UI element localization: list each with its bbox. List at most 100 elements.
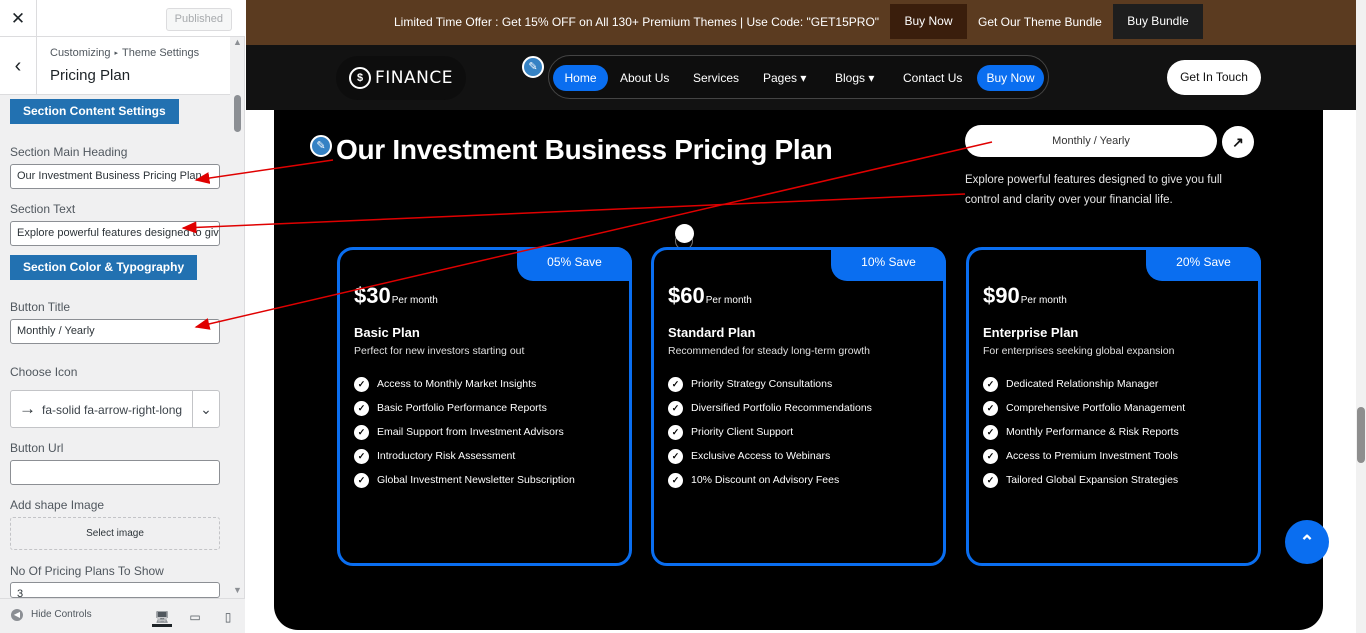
feature-item: ✓ Tailored Global Expansion Strategies — [983, 473, 1185, 497]
chevron-down-icon[interactable]: ⌄ — [192, 391, 219, 427]
edit-pencil-icon[interactable]: ✎ — [310, 135, 332, 157]
collapse-icon: ◀ — [11, 609, 23, 621]
button-url-input[interactable] — [10, 460, 220, 485]
feature-item: ✓ Access to Monthly Market Insights — [354, 377, 575, 401]
published-button[interactable]: Published — [165, 8, 232, 31]
check-icon: ✓ — [354, 377, 369, 392]
nav-item-pages[interactable]: Pages ▾ — [763, 65, 806, 91]
plans-count-input[interactable]: 3 — [10, 582, 220, 598]
nav-item-blogs[interactable]: Blogs ▾ — [835, 65, 874, 91]
desktop-preview-icon[interactable]: 🖥 — [152, 607, 172, 627]
section-color-typography-button[interactable]: Section Color & Typography — [10, 255, 198, 280]
billing-toggle-button[interactable]: Monthly / Yearly — [965, 125, 1217, 157]
plan-name: Basic Plan — [354, 325, 420, 340]
pricing-card: 05% Save $30Per month Basic Plan Perfect… — [337, 247, 632, 566]
nav-item-services[interactable]: Services — [693, 65, 739, 91]
mobile-preview-icon[interactable]: ▯ — [218, 607, 238, 627]
select-image-button[interactable]: Select image — [10, 517, 220, 550]
feature-item: ✓ Exclusive Access to Webinars — [668, 449, 872, 473]
check-icon: ✓ — [983, 377, 998, 392]
check-icon: ✓ — [668, 449, 683, 464]
feature-text: Dedicated Relationship Manager — [1006, 378, 1159, 390]
feature-item: ✓ Dedicated Relationship Manager — [983, 377, 1185, 401]
feature-item: ✓ Access to Premium Investment Tools — [983, 449, 1185, 473]
plan-tagline: Recommended for steady long-term growth — [668, 345, 870, 357]
slider-knob[interactable] — [675, 224, 694, 243]
buy-bundle-button[interactable]: Buy Bundle — [1113, 4, 1203, 39]
pricing-card: 10% Save $60Per month Standard Plan Reco… — [651, 247, 946, 566]
panel-title: Pricing Plan — [50, 67, 131, 84]
chevron-down-icon: ▾ — [800, 71, 807, 85]
feature-text: Diversified Portfolio Recommendations — [691, 402, 872, 414]
feature-text: Exclusive Access to Webinars — [691, 450, 831, 462]
pricing-card: 20% Save $90Per month Enterprise Plan Fo… — [966, 247, 1261, 566]
back-arrow-icon[interactable]: ‹ — [0, 37, 37, 95]
check-icon: ✓ — [354, 425, 369, 440]
plan-price: $30Per month — [354, 283, 438, 309]
feature-item: ✓ Priority Strategy Consultations — [668, 377, 872, 401]
feature-item: ✓ Priority Client Support — [668, 425, 872, 449]
buy-now-button[interactable]: Buy Now — [890, 4, 967, 39]
hide-controls-button[interactable]: ◀ Hide Controls — [11, 609, 92, 621]
price-period: Per month — [1020, 295, 1067, 306]
sidebar-scrollbar[interactable]: ▲ ▼ — [231, 37, 245, 598]
scrollbar-thumb[interactable] — [234, 95, 241, 132]
close-icon[interactable]: ✕ — [0, 0, 37, 37]
promo-text: Limited Time Offer : Get 15% OFF on All … — [394, 15, 880, 29]
section-title: Our Investment Business Pricing Plan — [336, 134, 833, 165]
feature-item: ✓ Diversified Portfolio Recommendations — [668, 401, 872, 425]
feature-item: ✓ Basic Portfolio Performance Reports — [354, 401, 575, 425]
check-icon: ✓ — [983, 449, 998, 464]
scroll-up-icon[interactable]: ▲ — [233, 37, 242, 47]
plan-name: Standard Plan — [668, 325, 756, 340]
button-title-input[interactable]: Monthly / Yearly — [10, 319, 220, 344]
feature-text: 10% Discount on Advisory Fees — [691, 474, 840, 486]
feature-text: Priority Client Support — [691, 426, 794, 438]
feature-item: ✓ Email Support from Investment Advisors — [354, 425, 575, 449]
preview-scrollbar[interactable] — [1356, 0, 1366, 633]
main-heading-input[interactable]: Our Investment Business Pricing Plan — [10, 164, 220, 189]
nav-item-home[interactable]: Home — [553, 65, 608, 91]
main-heading-label: Section Main Heading — [10, 145, 128, 159]
arrow-up-right-icon[interactable]: ↗ — [1222, 126, 1254, 158]
feature-item: ✓ Global Investment Newsletter Subscripti… — [354, 473, 575, 497]
section-content-settings-button[interactable]: Section Content Settings — [10, 99, 179, 124]
feature-list: ✓ Priority Strategy Consultations ✓ Divers… — [668, 377, 872, 497]
logo-text: FINANCE — [375, 68, 453, 88]
feature-text: Email Support from Investment Advisors — [377, 426, 564, 438]
preview-scrollbar-thumb[interactable] — [1357, 407, 1365, 463]
feature-list: ✓ Dedicated Relationship Manager ✓ Compreh… — [983, 377, 1185, 497]
nav-item-about[interactable]: About Us — [620, 65, 669, 91]
section-text-input[interactable]: Explore powerful features designed to gi… — [10, 221, 220, 246]
nav-item-buy-now[interactable]: Buy Now — [977, 65, 1044, 91]
get-in-touch-button[interactable]: Get In Touch — [1167, 60, 1261, 95]
check-icon: ✓ — [668, 377, 683, 392]
scroll-to-top-icon[interactable]: ⌃ — [1285, 520, 1329, 564]
edit-pencil-icon[interactable]: ✎ — [522, 56, 544, 78]
plan-tagline: Perfect for new investors starting out — [354, 345, 525, 357]
feature-text: Access to Monthly Market Insights — [377, 378, 537, 390]
main-menu: Home About Us Services Pages ▾ Blogs ▾ C… — [548, 55, 1049, 99]
plans-count-label: No Of Pricing Plans To Show — [10, 564, 164, 578]
check-icon: ✓ — [983, 401, 998, 416]
feature-text: Access to Premium Investment Tools — [1006, 450, 1178, 462]
scroll-down-icon[interactable]: ▼ — [233, 585, 242, 595]
hide-controls-label: Hide Controls — [31, 609, 92, 620]
check-icon: ✓ — [668, 425, 683, 440]
nav-item-pages-label: Pages — [763, 71, 798, 85]
tablet-preview-icon[interactable]: ▭ — [185, 607, 205, 627]
check-icon: ✓ — [354, 401, 369, 416]
icon-select[interactable]: → fa-solid fa-arrow-right-long ⌄ — [10, 390, 220, 428]
button-url-label: Button Url — [10, 441, 64, 455]
feature-text: Tailored Global Expansion Strategies — [1006, 474, 1179, 486]
shape-image-label: Add shape Image — [10, 498, 105, 512]
feature-item: ✓ Comprehensive Portfolio Management — [983, 401, 1185, 425]
feature-item: ✓ Introductory Risk Assessment — [354, 449, 575, 473]
promo-topbar: Limited Time Offer : Get 15% OFF on All … — [246, 0, 1356, 45]
customizer-header: ✕ Published — [0, 0, 245, 37]
breadcrumb-separator-icon: ▸ — [114, 50, 119, 57]
site-logo[interactable]: $ FINANCE — [336, 56, 466, 100]
nav-item-contact[interactable]: Contact Us — [903, 65, 962, 91]
save-badge: 05% Save — [517, 247, 632, 281]
check-icon: ✓ — [354, 449, 369, 464]
